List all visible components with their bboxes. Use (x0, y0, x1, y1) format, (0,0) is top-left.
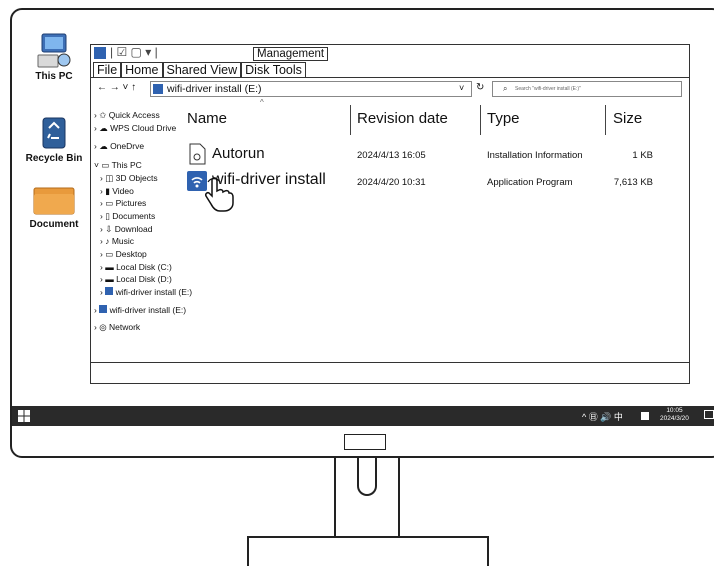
ribbon-divider (90, 77, 690, 78)
column-divider[interactable] (350, 105, 351, 135)
drive-icon (153, 84, 163, 94)
address-dropdown-icon[interactable]: ˅ (459, 83, 464, 93)
desktop-icon-recycle-bin[interactable]: Recycle Bin (14, 114, 94, 164)
table-row[interactable]: wifi-driver install 2024/4/20 10:31 Appl… (186, 170, 666, 194)
nav-item-wps[interactable]: › ☁ WPS Cloud Drive (94, 122, 192, 135)
file-type: Application Program (487, 177, 573, 188)
nav-item-documents[interactable]: › ▯ Documents (100, 210, 192, 223)
monitor-cable-slot (357, 458, 377, 496)
nav-item-download[interactable]: › ⇩ Download (100, 223, 192, 236)
status-bar-divider (90, 362, 690, 363)
nav-item-drive-e[interactable]: › wifi-driver install (E:) (100, 286, 192, 299)
drive-icon (105, 287, 114, 296)
file-type: Installation Information (487, 150, 583, 161)
windows-start-icon[interactable] (18, 410, 30, 422)
nav-item-quick-access[interactable]: › ✩ Quick Access (94, 109, 192, 122)
nav-item-3d-objects[interactable]: › ◫ 3D Objects (100, 172, 192, 185)
notification-icon[interactable] (704, 410, 714, 419)
tab-shared-view[interactable]: Shared View (162, 62, 242, 78)
tab-disk-tools[interactable]: Disk Tools (241, 62, 306, 78)
nav-item-desktop[interactable]: › ▭ Desktop (100, 248, 192, 261)
desktop-icon-label: Document (29, 219, 79, 230)
file-name: Autorun (212, 145, 265, 162)
drive-icon (99, 304, 108, 313)
address-path: wifi-driver install (E:) (167, 83, 262, 95)
taskbar: ^ ㊐ 🔊 中 10:05 2024/3/20 (12, 406, 714, 426)
column-header-size[interactable]: Size (613, 110, 642, 127)
nav-item-music[interactable]: › ♪ Music (100, 235, 192, 248)
file-date: 2024/4/13 16:05 (357, 150, 426, 161)
column-divider[interactable] (605, 105, 606, 135)
sort-indicator-icon: ^ (260, 98, 264, 107)
input-method-icon[interactable] (641, 412, 649, 420)
search-icon: ⌕ (503, 84, 508, 93)
clock[interactable]: 10:05 2024/3/20 (660, 407, 689, 423)
drive-icon (94, 47, 106, 59)
system-tray-icons[interactable]: ^ ㊐ 🔊 中 (582, 410, 623, 423)
desktop-icon-this-pc[interactable]: This PC (14, 30, 94, 82)
tab-file[interactable]: File (93, 62, 122, 78)
nav-item-local-disk-d[interactable]: › ▬ Local Disk (D:) (100, 273, 192, 286)
search-placeholder: Search "wifi-driver install (E:)" (515, 86, 581, 92)
ribbon-tabs: File Home Shared View Disk Tools (93, 62, 306, 78)
nav-buttons[interactable]: ← → ˅ ↑ (97, 82, 136, 93)
address-bar[interactable]: wifi-driver install (E:) ˅ (150, 81, 472, 97)
column-header-date[interactable]: Revision date (357, 110, 448, 127)
refresh-icon[interactable]: ↻ (476, 82, 484, 93)
hand-pointer-icon (205, 177, 234, 212)
file-size: 7,613 KB (613, 177, 653, 188)
nav-item-network[interactable]: › ◎ Network (94, 321, 192, 334)
search-input[interactable]: ⌕ Search "wifi-driver install (E:)" (492, 81, 682, 97)
desktop-icon-label: Recycle Bin (25, 153, 83, 164)
quick-toolbar-icons[interactable]: | ☑ ▢ ▾ | (110, 45, 158, 59)
nav-item-local-disk-c[interactable]: › ▬ Local Disk (C:) (100, 261, 192, 274)
column-header-name[interactable]: Name (187, 110, 227, 127)
nav-item-drive-e-root[interactable]: › wifi-driver install (E:) (94, 304, 192, 317)
nav-item-video[interactable]: › ▮ Video (100, 185, 192, 198)
file-size: 1 KB (632, 150, 653, 161)
nav-item-pictures[interactable]: › ▭ Pictures (100, 197, 192, 210)
nav-item-this-pc[interactable]: ˅ ▭ This PC (94, 159, 192, 172)
column-header-type[interactable]: Type (487, 110, 520, 127)
navigation-pane: › ✩ Quick Access › ☁ WPS Cloud Drive › ☁… (94, 109, 192, 333)
nav-item-onedrive[interactable]: › ☁ OneDrve (94, 140, 192, 153)
table-row[interactable]: Autorun 2024/4/13 16:05 Installation Inf… (186, 143, 666, 167)
desktop-icon-label: This PC (35, 71, 73, 82)
settings-file-icon (189, 143, 206, 165)
tab-home[interactable]: Home (121, 62, 163, 78)
desktop-icon-document[interactable]: Document (14, 186, 94, 230)
computer-icon (37, 33, 71, 68)
monitor-logo-plate (344, 434, 386, 450)
folder-icon (33, 187, 75, 215)
column-divider[interactable] (480, 105, 481, 135)
management-label: Management (253, 47, 329, 61)
file-date: 2024/4/20 10:31 (357, 177, 426, 188)
recycle-bin-icon (42, 117, 66, 149)
